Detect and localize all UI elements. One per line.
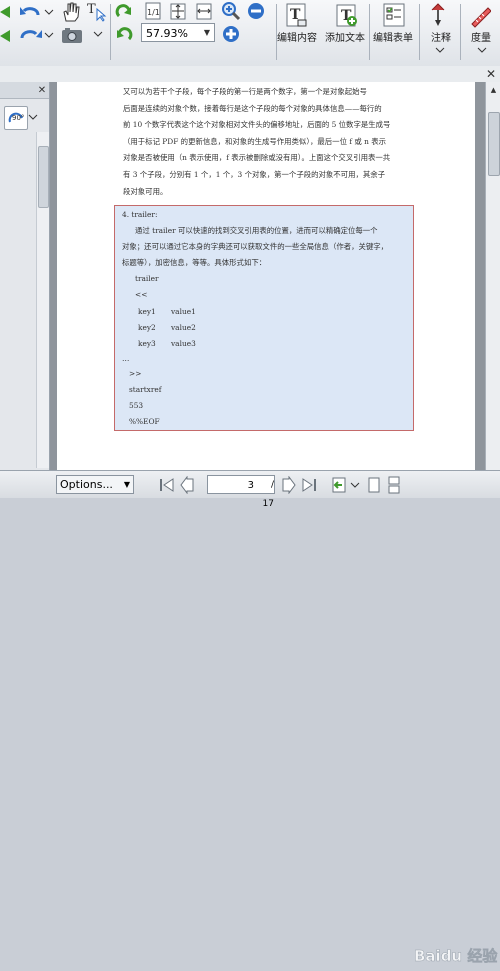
rotation-dropdown-icon[interactable] <box>28 108 38 126</box>
main-toolbar: T 1/1 57.93% ▼ T 编辑内容 T 添加文本 编辑表单 注释 度量 <box>0 0 500 67</box>
fit-width-icon[interactable] <box>193 1 215 21</box>
code-ellipsis: … <box>122 354 130 363</box>
previous-page-icon[interactable] <box>179 476 197 494</box>
watermark-text: Baidu 经验 <box>414 947 498 965</box>
zoom-in-icon[interactable] <box>221 24 241 44</box>
code-value: value3 <box>171 339 196 348</box>
rotate-clockwise-icon[interactable] <box>113 1 135 21</box>
measure-ruler-icon[interactable] <box>469 2 491 28</box>
left-panel-scroll-thumb[interactable] <box>38 146 49 208</box>
zoom-level-select[interactable]: 57.93% ▼ <box>141 23 215 42</box>
select-text-tool-icon[interactable]: T <box>85 0 107 22</box>
scroll-up-icon[interactable]: ▲ <box>488 84 499 95</box>
code-key: key2 <box>138 323 156 332</box>
rotate-counterclockwise-icon[interactable] <box>113 24 135 44</box>
trailer-heading: 4. trailer: <box>122 210 158 219</box>
hand-tool-icon[interactable] <box>60 1 82 23</box>
left-panel-scrollbar[interactable] <box>36 132 49 468</box>
zoom-in-magnifier-icon[interactable] <box>221 1 241 21</box>
chevron-down-icon[interactable]: ▼ <box>124 476 130 493</box>
code-value: value1 <box>171 307 196 316</box>
paragraph-line: 又可以为若干个子段，每个子段的第一行是两个数字，第一个是对象起始号 <box>123 87 367 96</box>
left-navigation-panel: ✕ 90° <box>0 82 50 470</box>
total-pages: / 17 <box>262 480 274 509</box>
redo-dropdown-icon[interactable] <box>44 27 54 43</box>
toolbar-separator <box>460 4 461 60</box>
comment-label[interactable]: 注释 <box>431 29 451 44</box>
code-open: << <box>135 290 148 299</box>
toolbar-separator <box>419 4 420 60</box>
measure-dropdown-icon[interactable] <box>476 44 488 56</box>
select-tool-dropdown-icon[interactable] <box>92 26 104 42</box>
code-close: >> <box>129 369 142 378</box>
close-panel-icon[interactable]: ✕ <box>36 83 48 97</box>
edit-form-label[interactable]: 编辑表单 <box>373 29 413 44</box>
zoom-out-icon[interactable] <box>246 1 266 21</box>
measure-label[interactable]: 度量 <box>471 29 491 44</box>
add-text-icon[interactable]: T <box>333 2 359 28</box>
edit-form-icon[interactable] <box>381 2 407 28</box>
trailer-section-box: 4. trailer: 通过 trailer 可以快速的找到交叉引用表的位置，进… <box>114 205 414 431</box>
document-tab-strip: ✕ <box>0 66 500 83</box>
trailer-body-line: 标题等），加密信息，等等。具体形式如下： <box>122 258 267 267</box>
edit-content-icon[interactable]: T <box>284 2 310 28</box>
code-trailer: trailer <box>135 274 159 283</box>
last-page-icon[interactable] <box>301 476 319 494</box>
xref-paragraph: 又可以为若干个子段，每个子段的第一行是两个数字，第一个是对象起始号 后面是连续的… <box>123 84 475 200</box>
go-back-view-icon[interactable] <box>330 476 348 494</box>
undo-button[interactable] <box>18 2 44 22</box>
actual-size-icon[interactable]: 1/1 <box>143 1 163 21</box>
paragraph-line: 对象是否被使用（n 表示使用，f 表示被删除或没有用）。上面这个交叉引用表一共 <box>123 153 391 163</box>
paragraph-line: 后面是连续的对象个数，接着每行是这个子段的每个对象的具体信息——每行的 <box>123 103 382 113</box>
forward-green-icon[interactable] <box>0 27 14 45</box>
current-page: 3 <box>247 480 254 491</box>
trailer-body-line: 对象；还可以通过它本身的字典还可以获取文件的一些全局信息（作者，关键字， <box>122 242 389 251</box>
next-page-icon[interactable] <box>279 476 297 494</box>
options-dropdown[interactable]: Options... ▼ <box>56 475 134 494</box>
rotation-value: 90° <box>12 114 24 122</box>
redo-button[interactable] <box>18 25 44 45</box>
first-page-icon[interactable] <box>157 476 175 494</box>
toolbar-separator <box>110 4 111 60</box>
left-panel-header: ✕ <box>0 82 49 99</box>
edit-content-label[interactable]: 编辑内容 <box>277 29 317 44</box>
code-startxref: startxref <box>129 385 162 394</box>
options-label: Options... <box>60 478 113 491</box>
paragraph-line: 有 3 个子段，分别有 1 个，1 个，3 个对象，第一个子段的对象不可用，其余… <box>123 169 386 179</box>
paragraph-line: 前 10 个数字代表这个这个对象相对文件头的偏移地址，后面的 5 位数字是生成号 <box>123 120 391 130</box>
chevron-down-icon[interactable]: ▼ <box>200 24 214 41</box>
document-scroll-thumb[interactable] <box>488 112 500 176</box>
comment-dropdown-icon[interactable] <box>434 44 446 56</box>
code-key: key3 <box>138 339 156 348</box>
go-back-dropdown-icon[interactable] <box>350 476 360 494</box>
code-number: 553 <box>129 401 144 410</box>
svg-text:T: T <box>87 2 96 17</box>
single-page-view-icon[interactable] <box>365 476 383 494</box>
undo-dropdown-icon[interactable] <box>44 4 54 20</box>
close-document-icon[interactable]: ✕ <box>484 67 498 81</box>
paragraph-line: 段对象可用。 <box>123 186 168 196</box>
trailer-body-line: 通过 trailer 可以快速的找到交叉引用表的位置，进而可以精确定位每一个 <box>135 226 378 235</box>
status-bar: Options... ▼ 3 / 17 Baidu 经验 <box>0 470 500 965</box>
baidu-jingyan-watermark: Baidu 经验 <box>412 943 499 967</box>
code-eof: %%EOF <box>129 417 160 426</box>
fit-page-icon[interactable] <box>167 1 189 21</box>
back-green-icon[interactable] <box>0 3 14 21</box>
snapshot-camera-icon[interactable] <box>61 26 83 44</box>
paragraph-line: （用于标记 PDF 的更新信息，和对象的生成号作用类似），最后一位 f 或 n … <box>123 136 387 146</box>
toolbar-separator <box>369 4 370 60</box>
actual-size-text: 1/1 <box>147 8 160 17</box>
comment-icon[interactable] <box>428 2 448 28</box>
document-vertical-scrollbar[interactable]: ▲ <box>485 82 500 470</box>
code-key: key1 <box>138 307 156 316</box>
add-text-label[interactable]: 添加文本 <box>325 29 365 44</box>
continuous-view-icon[interactable] <box>385 476 403 494</box>
rotate-view-button[interactable]: 90° <box>4 106 28 130</box>
code-value: value2 <box>171 323 196 332</box>
zoom-level-value: 57.93% <box>146 27 188 40</box>
page-number-input[interactable]: 3 / 17 <box>207 475 275 509</box>
